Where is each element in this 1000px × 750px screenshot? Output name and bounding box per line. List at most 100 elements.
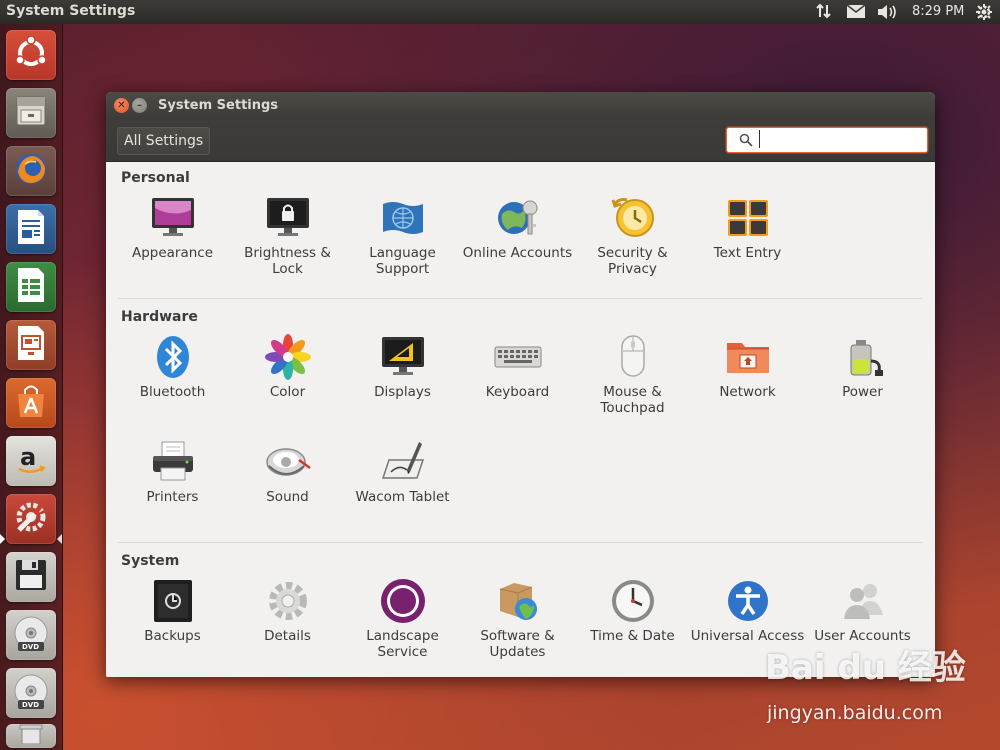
launcher-item-system-settings[interactable] bbox=[6, 494, 56, 544]
minimize-button[interactable]: – bbox=[132, 98, 147, 113]
launcher-item-ubuntu-dash[interactable] bbox=[6, 30, 56, 80]
color-icon bbox=[264, 333, 312, 381]
calc-icon bbox=[14, 266, 48, 308]
settings-item-keyboard[interactable]: Keyboard bbox=[460, 333, 575, 400]
settings-item-network[interactable]: Network bbox=[690, 333, 805, 400]
watermark: Bai du 经验 jingyan.baidu.com bbox=[765, 640, 985, 735]
clock-icon bbox=[609, 577, 657, 625]
settings-item-label: Network bbox=[719, 384, 776, 400]
firefox-icon bbox=[12, 150, 50, 192]
user-accounts-icon bbox=[839, 577, 887, 625]
settings-item-appearance[interactable]: Appearance bbox=[115, 194, 230, 261]
settings-item-label: Sound bbox=[266, 489, 309, 505]
section-header-hardware: Hardware bbox=[121, 309, 198, 325]
universal-access-icon bbox=[724, 577, 772, 625]
launcher: a DVD DVD bbox=[0, 24, 63, 750]
settings-item-software-updates[interactable]: Software & Updates bbox=[460, 577, 575, 660]
settings-item-label: Brightness & Lock bbox=[244, 245, 331, 277]
sound-icon bbox=[264, 438, 312, 486]
launcher-item-libreoffice-impress[interactable] bbox=[6, 320, 56, 370]
launcher-item-libreoffice-writer[interactable] bbox=[6, 204, 56, 254]
launcher-item-software-center[interactable] bbox=[6, 378, 56, 428]
settings-item-wacom-tablet[interactable]: Wacom Tablet bbox=[345, 438, 460, 505]
landscape-icon bbox=[379, 577, 427, 625]
settings-item-printers[interactable]: Printers bbox=[115, 438, 230, 505]
search-box[interactable] bbox=[726, 127, 928, 153]
launcher-item-floppy[interactable] bbox=[6, 552, 56, 602]
window-toolbar: All Settings bbox=[106, 120, 935, 162]
launcher-item-amazon[interactable]: a bbox=[6, 436, 56, 486]
launcher-item-dvd-2[interactable]: DVD bbox=[6, 668, 56, 718]
software-updates-icon bbox=[494, 577, 542, 625]
launcher-item-libreoffice-calc[interactable] bbox=[6, 262, 56, 312]
window-title: System Settings bbox=[158, 98, 279, 113]
settings-item-universal-access[interactable]: Universal Access bbox=[690, 577, 805, 644]
settings-item-label: Software & Updates bbox=[480, 628, 555, 660]
dvd-icon: DVD bbox=[12, 614, 50, 656]
svg-text:DVD: DVD bbox=[22, 701, 39, 709]
watermark-logo: Bai du 经验 bbox=[765, 648, 966, 688]
settings-item-details[interactable]: Details bbox=[230, 577, 345, 644]
app-menu-title[interactable]: System Settings bbox=[6, 3, 135, 19]
settings-item-language-support[interactable]: Language Support bbox=[345, 194, 460, 277]
volume-icon[interactable] bbox=[876, 3, 898, 25]
settings-item-mouse-touchpad[interactable]: Mouse & Touchpad bbox=[575, 333, 690, 416]
settings-item-user-accounts[interactable]: User Accounts bbox=[805, 577, 920, 644]
launcher-item-dvd-1[interactable]: DVD bbox=[6, 610, 56, 660]
settings-item-label: Power bbox=[842, 384, 883, 400]
active-indicator-right bbox=[57, 534, 62, 544]
settings-item-security-privacy[interactable]: Security & Privacy bbox=[575, 194, 690, 277]
settings-item-label: Mouse & Touchpad bbox=[600, 384, 665, 416]
close-button[interactable]: ✕ bbox=[114, 98, 129, 113]
settings-item-color[interactable]: Color bbox=[230, 333, 345, 400]
top-panel: System Settings 8:29 PM bbox=[0, 0, 1000, 24]
dvd-icon: DVD bbox=[12, 672, 50, 714]
displays-icon bbox=[379, 333, 427, 381]
settings-item-label: Text Entry bbox=[713, 245, 782, 261]
settings-item-label: Time & Date bbox=[590, 628, 675, 644]
backups-icon bbox=[149, 577, 197, 625]
settings-item-displays[interactable]: Displays bbox=[345, 333, 460, 400]
settings-item-backups[interactable]: Backups bbox=[115, 577, 230, 644]
system-settings-window: ✕ – System Settings All Settings Persona… bbox=[106, 92, 935, 677]
section-header-system: System bbox=[121, 553, 180, 569]
settings-item-label: Landscape Service bbox=[366, 628, 439, 660]
launcher-item-trash[interactable] bbox=[6, 724, 56, 748]
shopping-bag-icon bbox=[13, 382, 49, 424]
gear-icon[interactable] bbox=[975, 3, 993, 25]
settings-item-text-entry[interactable]: Text Entry bbox=[690, 194, 805, 261]
floppy-icon bbox=[14, 558, 48, 596]
security-privacy-icon bbox=[609, 194, 657, 242]
settings-item-label: Printers bbox=[146, 489, 199, 505]
settings-item-online-accounts[interactable]: Online Accounts bbox=[460, 194, 575, 261]
active-indicator-left bbox=[0, 534, 5, 544]
keyboard-icon bbox=[494, 333, 542, 381]
window-titlebar[interactable]: ✕ – System Settings bbox=[106, 92, 935, 120]
settings-item-label: Security & Privacy bbox=[597, 245, 668, 277]
settings-item-power[interactable]: Power bbox=[805, 333, 920, 400]
mail-icon[interactable] bbox=[846, 4, 866, 23]
search-input[interactable] bbox=[759, 130, 922, 148]
settings-item-label: Online Accounts bbox=[462, 245, 573, 261]
settings-item-landscape-service[interactable]: Landscape Service bbox=[345, 577, 460, 660]
trash-icon bbox=[16, 724, 46, 748]
minimize-icon: – bbox=[137, 100, 142, 111]
clock[interactable]: 8:29 PM bbox=[912, 4, 964, 19]
search-icon bbox=[739, 133, 753, 147]
settings-item-brightness-lock[interactable]: Brightness & Lock bbox=[230, 194, 345, 277]
settings-wrench-icon bbox=[11, 497, 51, 541]
wacom-tablet-icon bbox=[379, 438, 427, 486]
language-support-icon bbox=[379, 194, 427, 242]
network-updown-icon[interactable] bbox=[815, 2, 833, 24]
settings-item-bluetooth[interactable]: Bluetooth bbox=[115, 333, 230, 400]
settings-item-label: Backups bbox=[144, 628, 201, 644]
writer-icon bbox=[14, 208, 48, 250]
settings-item-time-date[interactable]: Time & Date bbox=[575, 577, 690, 644]
section-divider bbox=[118, 298, 923, 299]
launcher-item-firefox[interactable] bbox=[6, 146, 56, 196]
settings-item-sound[interactable]: Sound bbox=[230, 438, 345, 505]
all-settings-button[interactable]: All Settings bbox=[117, 127, 211, 155]
online-accounts-icon bbox=[494, 194, 542, 242]
launcher-item-files[interactable] bbox=[6, 88, 56, 138]
settings-item-label: Appearance bbox=[131, 245, 214, 261]
